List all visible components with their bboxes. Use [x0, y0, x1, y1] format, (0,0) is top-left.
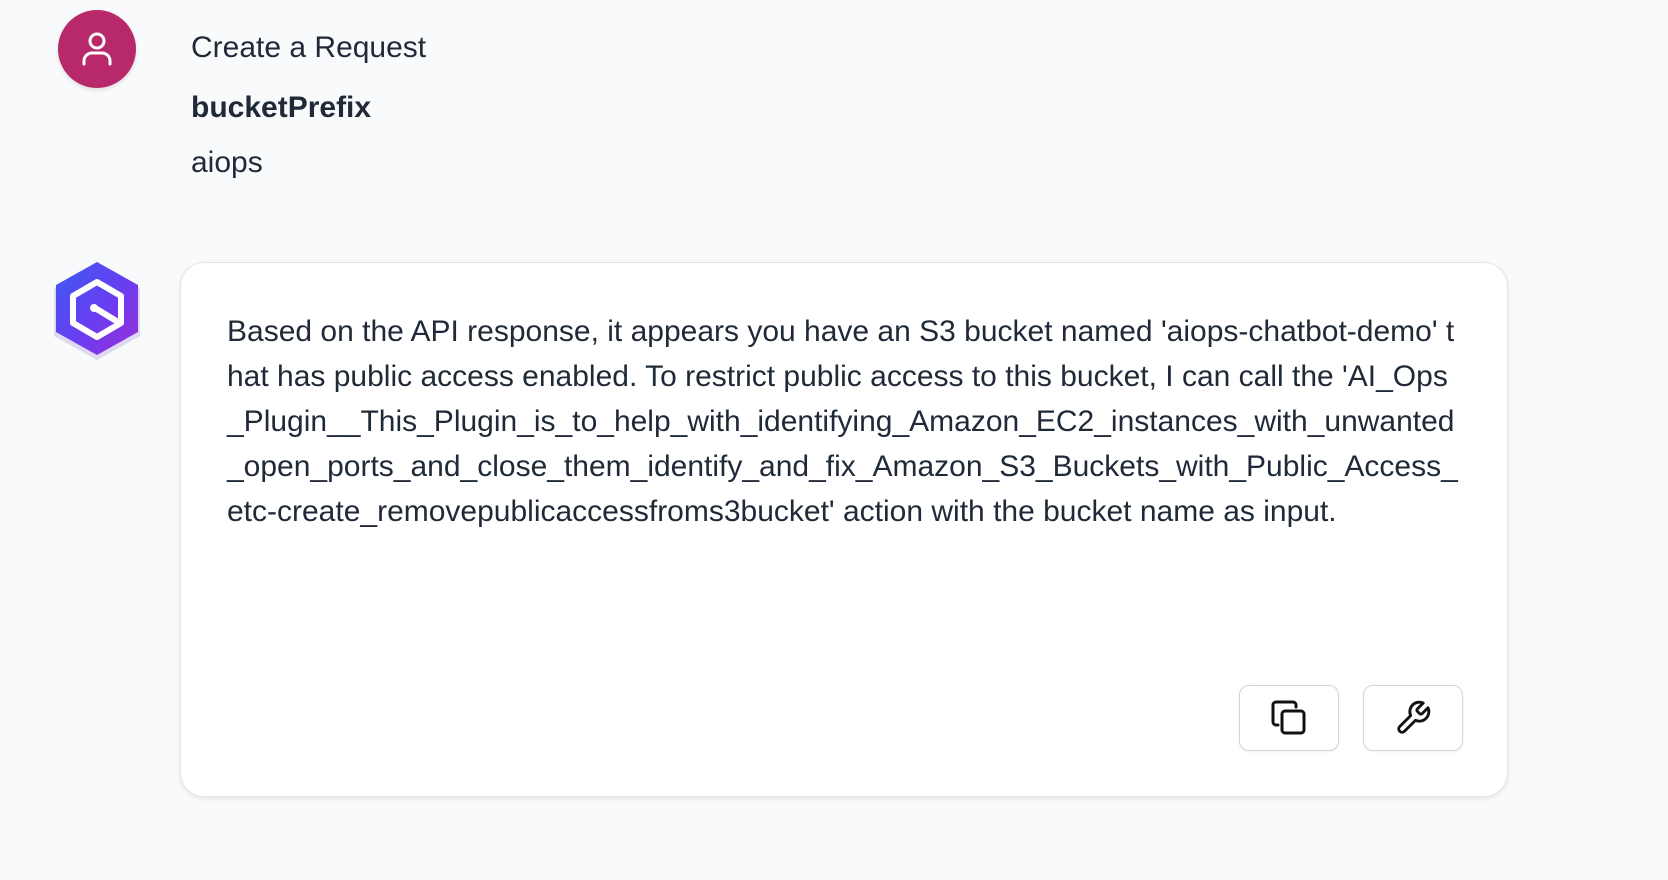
copy-icon — [1271, 700, 1306, 735]
bot-reply-text: Based on the API response, it appears yo… — [227, 315, 1458, 528]
hexagon-logo-icon — [54, 262, 140, 360]
param-name: bucketPrefix — [191, 91, 372, 124]
bot-reply-card: Based on the API response, it appears yo… — [180, 262, 1508, 797]
user-avatar — [58, 10, 136, 88]
param-value: aiops — [191, 146, 263, 179]
tools-button[interactable] — [1363, 685, 1463, 751]
user-icon — [82, 32, 112, 66]
request-title: Create a Request — [191, 31, 427, 64]
request-content: Create a Request bucketPrefix aiops — [191, 26, 426, 185]
wrench-icon — [1397, 700, 1431, 734]
copy-button[interactable] — [1239, 685, 1339, 751]
